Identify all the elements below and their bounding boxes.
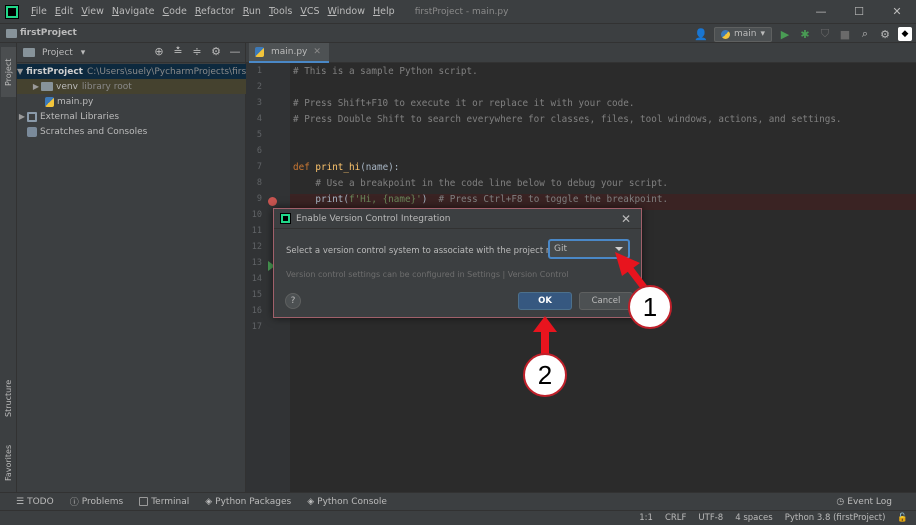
event-log-tab[interactable]: ◷ Event Log: [836, 497, 892, 507]
annotation-overlay: [533, 252, 649, 355]
problems-tab[interactable]: ⓘ Problems: [69, 495, 124, 509]
lock-icon[interactable]: 🔓: [897, 513, 908, 523]
annotation-arrow-1: [615, 252, 649, 293]
annotation-badge-2: 2: [523, 353, 567, 397]
event-log-icon: ◷: [836, 496, 845, 507]
list-icon: ☰: [16, 496, 25, 507]
indent-setting[interactable]: 4 spaces: [735, 513, 772, 523]
python-packages-tab[interactable]: ◈ Python Packages: [205, 497, 291, 507]
python-console-tab[interactable]: ◈ Python Console: [307, 497, 387, 507]
todo-tab[interactable]: ☰ TODO: [16, 497, 54, 507]
python-console-icon: ◈: [307, 496, 315, 507]
tab-label: Event Log: [847, 496, 892, 507]
terminal-tab[interactable]: Terminal: [139, 497, 189, 507]
line-separator[interactable]: CRLF: [665, 513, 686, 523]
tab-label: Problems: [81, 496, 124, 507]
tab-label: Python Packages: [215, 496, 292, 507]
tool-window-bar: ☰ TODO ⓘ Problems Terminal ◈ Python Package…: [0, 492, 916, 510]
status-bar: 1:1 CRLF UTF-8 4 spaces Python 3.8 (firs…: [0, 510, 916, 525]
terminal-icon: [139, 497, 149, 506]
annotation-arrow-2-head: [533, 316, 557, 332]
tab-label: TODO: [27, 496, 54, 507]
info-icon: ⓘ: [69, 498, 79, 508]
python-interpreter[interactable]: Python 3.8 (firstProject): [785, 513, 886, 523]
annotation-arrow-2: [533, 316, 557, 355]
packages-icon: ◈: [205, 496, 213, 507]
annotation-badge-1: 1: [628, 285, 672, 329]
tab-label: Python Console: [317, 496, 387, 507]
tab-label: Terminal: [151, 496, 190, 507]
caret-position[interactable]: 1:1: [639, 513, 653, 523]
file-encoding[interactable]: UTF-8: [698, 513, 723, 523]
